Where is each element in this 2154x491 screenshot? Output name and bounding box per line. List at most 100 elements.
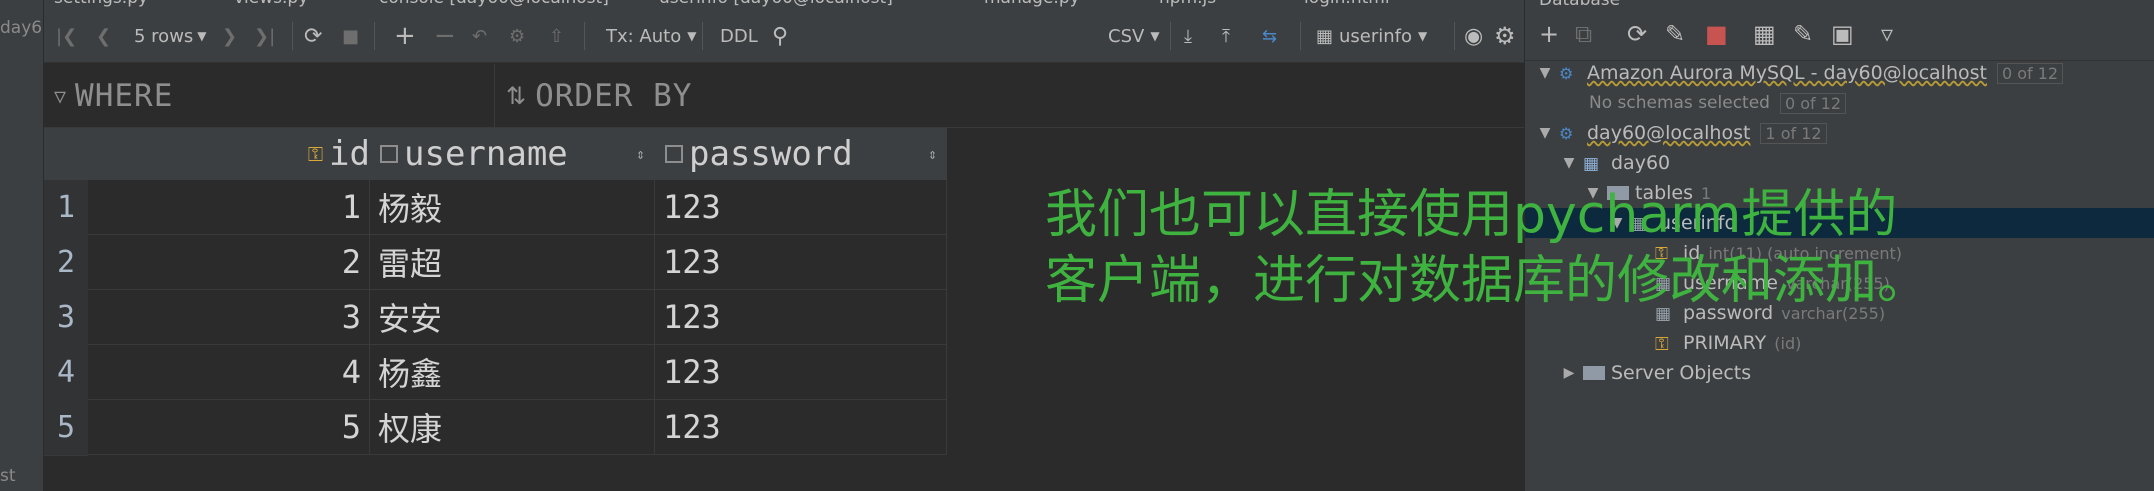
toolbar-divider bbox=[702, 22, 703, 50]
cell-password[interactable]: 123 bbox=[655, 400, 947, 455]
export-format-dropdown[interactable]: CSV ▼ bbox=[1108, 22, 1160, 50]
where-filter-input[interactable]: ▿ WHERE bbox=[54, 78, 173, 114]
eye-icon[interactable]: ◉ bbox=[1464, 22, 1483, 50]
tree-server-objects[interactable]: ▶ Server Objects bbox=[1525, 358, 2154, 388]
console-icon[interactable]: ▣ bbox=[1831, 20, 1854, 48]
tree-label: day60 bbox=[1611, 152, 1671, 174]
chevron-down-icon: ▼ bbox=[687, 29, 697, 43]
row-number: 5 bbox=[44, 400, 88, 456]
tab-userinfo[interactable]: userinfo [day60@localhost] bbox=[659, 0, 893, 8]
table-row[interactable]: 4 4 杨鑫 123 bbox=[44, 345, 954, 401]
row-number: 1 bbox=[44, 180, 88, 236]
chevron-down-icon[interactable]: ▼ bbox=[1535, 125, 1555, 141]
last-page-icon[interactable]: ❯| bbox=[254, 22, 275, 50]
toolbar-divider bbox=[584, 22, 585, 50]
tree-aurora-connection[interactable]: ▼ ⚙ Amazon Aurora MySQL - day60@localhos… bbox=[1525, 58, 2154, 88]
cell-id[interactable]: 5 bbox=[88, 400, 370, 455]
export-format-label: CSV bbox=[1108, 25, 1145, 47]
tab-settings-py[interactable]: settings.py bbox=[54, 0, 148, 8]
tree-label: Server Objects bbox=[1611, 362, 1752, 384]
add-icon[interactable]: + bbox=[1539, 20, 1559, 48]
copy-icon[interactable]: ⧉ bbox=[1575, 20, 1592, 48]
sort-arrow-icon: ⇕ bbox=[927, 145, 937, 163]
table-row[interactable]: 3 3 安安 123 bbox=[44, 290, 954, 346]
stop-icon[interactable]: ■ bbox=[342, 22, 359, 50]
cell-username[interactable]: 权康 bbox=[370, 400, 655, 455]
chevron-down-icon[interactable]: ▼ bbox=[1535, 65, 1555, 81]
refresh-icon[interactable]: ⟳ bbox=[1627, 20, 1647, 48]
table-row[interactable]: 5 5 权康 123 bbox=[44, 400, 954, 456]
revert-icon[interactable]: ↶ bbox=[472, 22, 487, 50]
column-header-label: password bbox=[689, 134, 853, 174]
tab-login-html[interactable]: login.html bbox=[1304, 0, 1390, 8]
column-header-id[interactable]: ⚿ id ⇕ bbox=[88, 128, 411, 181]
rows-count-label: 5 rows bbox=[134, 25, 194, 47]
tab-console[interactable]: console [day60@localhost] bbox=[379, 0, 609, 8]
cell-password[interactable]: 123 bbox=[655, 290, 947, 345]
cell-id[interactable]: 4 bbox=[88, 345, 370, 400]
gear-icon[interactable]: ⚙ bbox=[1494, 22, 1516, 50]
filter-icon[interactable]: ▿ bbox=[1881, 20, 1893, 48]
cell-id[interactable]: 1 bbox=[88, 180, 370, 235]
chevron-down-icon[interactable]: ▼ bbox=[1559, 155, 1579, 171]
cell-username[interactable]: 安安 bbox=[370, 290, 655, 345]
cell-username[interactable]: 杨毅 bbox=[370, 180, 655, 235]
table-row[interactable]: 1 1 杨毅 123 bbox=[44, 180, 954, 236]
order-by-input[interactable]: ⇅ ORDER BY bbox=[506, 78, 692, 114]
tab-npm-js[interactable]: npm.js bbox=[1159, 0, 1216, 8]
ddl-button[interactable]: DDL bbox=[720, 22, 758, 50]
tree-label: Amazon Aurora MySQL - day60@localhost bbox=[1587, 62, 1987, 84]
cell-username[interactable]: 雷超 bbox=[370, 235, 655, 290]
rows-count-dropdown[interactable]: 5 rows ▼ bbox=[134, 22, 207, 50]
key-icon: ⚿ bbox=[1655, 334, 1669, 355]
table-row[interactable]: 2 2 雷超 123 bbox=[44, 235, 954, 291]
schema-count-badge: 0 of 12 bbox=[1996, 62, 2064, 84]
tx-mode-dropdown[interactable]: Tx: Auto ▼ bbox=[606, 22, 696, 50]
cell-username[interactable]: 杨鑫 bbox=[370, 345, 655, 400]
tree-schema-day60[interactable]: ▼ ▦ day60 bbox=[1525, 148, 2154, 178]
cell-id[interactable]: 2 bbox=[88, 235, 370, 290]
edit-properties-icon[interactable]: ✎ bbox=[1665, 20, 1685, 48]
cell-password[interactable]: 123 bbox=[655, 180, 947, 235]
order-by-label: ORDER BY bbox=[535, 78, 693, 114]
compare-icon[interactable]: ⇆ bbox=[1262, 22, 1277, 50]
annotation-line-1: 我们也可以直接使用pycharm提供的 bbox=[1045, 185, 1898, 245]
cell-password[interactable]: 123 bbox=[655, 345, 947, 400]
edit-icon[interactable]: ✎ bbox=[1793, 20, 1813, 48]
tab-manage-py[interactable]: manage.py bbox=[984, 0, 1080, 8]
download-icon[interactable]: ⤓ bbox=[1184, 22, 1192, 50]
mysql-dolphin-icon: ⚙ bbox=[1559, 64, 1574, 83]
key-columns: (id) bbox=[1774, 333, 1802, 353]
first-page-icon[interactable]: |❮ bbox=[56, 22, 77, 50]
chevron-down-icon: ▼ bbox=[1150, 29, 1160, 43]
delete-row-icon[interactable]: − bbox=[434, 21, 456, 51]
column-icon bbox=[665, 145, 683, 163]
preview-icon[interactable]: ⚙ bbox=[509, 22, 525, 50]
filter-divider bbox=[494, 64, 495, 128]
stop-icon[interactable]: ■ bbox=[1705, 20, 1728, 48]
annotation-overlay-text: 我们也可以直接使用pycharm提供的 客户端，进行对数据库的修改和添加。 bbox=[1045, 182, 2154, 314]
left-tool-strip: day6 st bbox=[0, 0, 44, 491]
tree-primary-key[interactable]: ⚿ PRIMARY (id) bbox=[1525, 328, 2154, 358]
column-header-label: id bbox=[329, 134, 370, 174]
cell-id[interactable]: 3 bbox=[88, 290, 370, 345]
column-header-username[interactable]: username ⇕ bbox=[370, 128, 656, 181]
prev-page-icon[interactable]: ❮ bbox=[96, 22, 111, 50]
upload-icon[interactable]: ⤒ bbox=[1222, 22, 1230, 50]
table-selector-dropdown[interactable]: ▦ userinfo ▼ bbox=[1316, 22, 1427, 50]
cell-password[interactable]: 123 bbox=[655, 235, 947, 290]
tree-day60-connection[interactable]: ▼ ⚙ day60@localhost 1 of 12 bbox=[1525, 118, 2154, 148]
schema-count-badge: 1 of 12 bbox=[1760, 122, 1827, 144]
folder-icon bbox=[1583, 366, 1605, 380]
refresh-icon[interactable]: ⟳ bbox=[304, 22, 322, 50]
table-icon[interactable]: ▦ bbox=[1753, 20, 1776, 48]
search-icon[interactable]: ⚲ bbox=[772, 22, 788, 50]
tab-views-py[interactable]: views.py bbox=[234, 0, 308, 8]
data-editor-toolbar: |❮ ❮ 5 rows ▼ ❯ ❯| ⟳ ■ + − ↶ ⚙ ⇧ Tx: Auto… bbox=[44, 8, 1524, 63]
add-row-icon[interactable]: + bbox=[394, 21, 416, 51]
tree-no-schemas: No schemas selected 0 of 12 bbox=[1525, 88, 2154, 118]
next-page-icon[interactable]: ❯ bbox=[222, 22, 237, 50]
submit-icon[interactable]: ⇧ bbox=[549, 22, 564, 50]
column-header-password[interactable]: password ⇕ bbox=[655, 128, 948, 181]
chevron-right-icon[interactable]: ▶ bbox=[1559, 365, 1579, 381]
